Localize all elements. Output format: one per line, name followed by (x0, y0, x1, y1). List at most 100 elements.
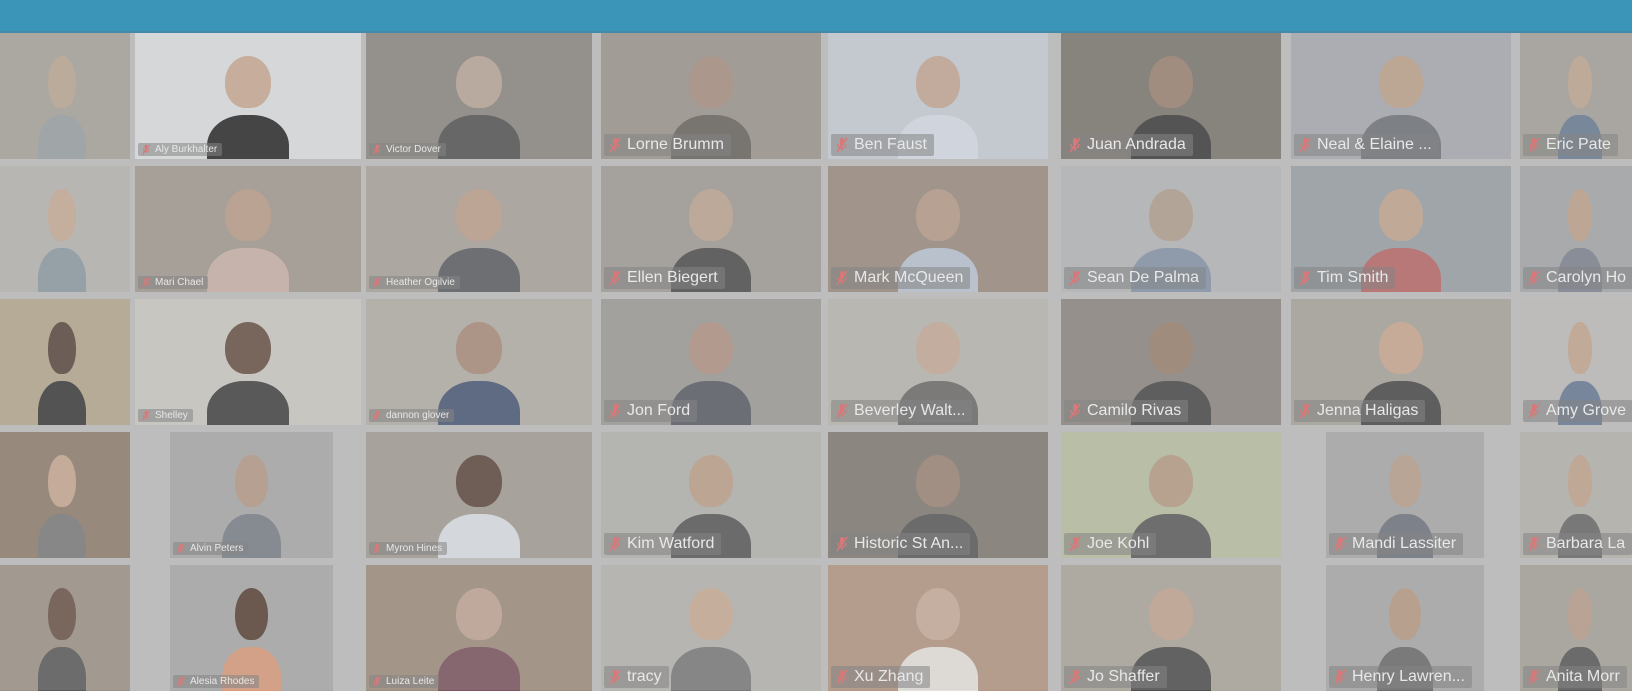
participant-face (1148, 454, 1194, 507)
participant-name: Sean De Palma (1087, 269, 1200, 286)
participant-face (1567, 188, 1593, 241)
participant-face (456, 55, 502, 108)
participant-face (688, 587, 734, 640)
participant-video-tile[interactable]: dannon glover (366, 299, 592, 425)
muted-mic-icon (372, 144, 382, 155)
participant-face (48, 587, 76, 640)
participant-face (1389, 454, 1421, 507)
participant-video-tile[interactable]: Juan Andrada (1061, 33, 1281, 159)
participant-name: Myron Hines (386, 543, 443, 554)
muted-mic-icon (835, 669, 849, 685)
participant-name-label: Alvin Peters (173, 542, 249, 555)
participant-video-tile[interactable]: Ben Faust (828, 33, 1048, 159)
participant-name-label: Tim Smith (1294, 267, 1396, 289)
participant-video-tile[interactable]: Xu Zhang (828, 565, 1048, 691)
participant-face (225, 321, 271, 374)
participant-video-tile[interactable]: Jenna Haligas (1291, 299, 1511, 425)
participant-video-tile[interactable]: Jo Shaffer (1061, 565, 1281, 691)
muted-mic-icon (372, 676, 382, 687)
participant-video-tile[interactable]: Luiza Leite (366, 565, 592, 691)
participant-video-tile[interactable]: Victor Dover (366, 33, 592, 159)
participant-video-tile[interactable]: Mari Chael (135, 166, 361, 292)
participant-name: Camilo Rivas (1087, 402, 1182, 419)
participant-video-tile[interactable] (0, 33, 130, 159)
participant-name: Kim Watford (627, 535, 715, 552)
participant-face (1148, 587, 1194, 640)
muted-mic-icon (608, 270, 622, 286)
muted-mic-icon (1068, 536, 1082, 552)
participant-name: Mandi Lassiter (1352, 535, 1457, 552)
participant-video-tile[interactable]: tracy (601, 565, 821, 691)
participant-name-label: Sean De Palma (1064, 267, 1207, 289)
participant-video-tile[interactable]: Ellen Biegert (601, 166, 821, 292)
participant-name: Beverley Walt... (854, 402, 966, 419)
participant-video-tile[interactable]: Barbara La (1520, 432, 1632, 558)
participant-video-tile[interactable] (0, 166, 130, 292)
participant-face (1378, 55, 1424, 108)
participant-name: Joe Kohl (1087, 535, 1150, 552)
participant-video-tile[interactable]: Anita Morr (1520, 565, 1632, 691)
participant-body (37, 380, 87, 425)
participant-video-tile[interactable]: Historic St An... (828, 432, 1048, 558)
participant-name-label: Victor Dover (369, 143, 446, 156)
participant-video-tile[interactable]: Henry Lawren... (1326, 565, 1484, 691)
muted-mic-icon (835, 137, 849, 153)
participant-video-tile[interactable]: Joe Kohl (1061, 432, 1281, 558)
participant-video-tile[interactable]: Shelley (135, 299, 361, 425)
participant-video-tile[interactable]: Aly Burkhalter (135, 33, 361, 159)
participant-face (235, 454, 268, 507)
participant-video-tile[interactable]: Eric Pate (1520, 33, 1632, 159)
participant-video-tile[interactable]: Alesia Rhodes (170, 565, 333, 691)
participant-video-tile[interactable] (0, 299, 130, 425)
gallery-view-grid: Aly Burkhalter Victor Dover Lorne Brumm Ben… (0, 33, 1632, 691)
muted-mic-icon (608, 137, 622, 153)
participant-name-label: Eric Pate (1523, 134, 1618, 156)
participant-name-label: Jenna Haligas (1294, 400, 1426, 422)
participant-video-tile[interactable]: Mandi Lassiter (1326, 432, 1484, 558)
participant-video-tile[interactable]: Lorne Brumm (601, 33, 821, 159)
participant-name: Eric Pate (1546, 136, 1611, 153)
participant-video-tile[interactable]: Tim Smith (1291, 166, 1511, 292)
participant-video-tile[interactable]: Myron Hines (366, 432, 592, 558)
participant-video-tile[interactable]: Alvin Peters (170, 432, 333, 558)
participant-name-label: Jo Shaffer (1064, 666, 1167, 688)
participant-face (915, 188, 961, 241)
participant-face (235, 587, 268, 640)
participant-video-tile[interactable]: Heather Ogilvie (366, 166, 592, 292)
participant-name: Tim Smith (1317, 269, 1389, 286)
participant-video-tile[interactable] (0, 565, 130, 691)
participant-name-label: Amy Grove (1523, 400, 1632, 422)
participant-silhouette (438, 587, 520, 691)
participant-face (915, 587, 961, 640)
participant-name: Juan Andrada (1087, 136, 1186, 153)
participant-name-label: Jon Ford (604, 400, 698, 422)
participant-name: Alesia Rhodes (190, 676, 255, 687)
muted-mic-icon (1527, 669, 1541, 685)
participant-video-tile[interactable]: Carolyn Ho (1520, 166, 1632, 292)
participant-video-tile[interactable]: Sean De Palma (1061, 166, 1281, 292)
participant-video-tile[interactable]: Neal & Elaine ... (1291, 33, 1511, 159)
participant-name-label: Alesia Rhodes (173, 675, 260, 688)
participant-face (915, 454, 961, 507)
participant-silhouette (37, 55, 87, 159)
participant-video-tile[interactable]: Kim Watford (601, 432, 821, 558)
muted-mic-icon (1527, 137, 1541, 153)
participant-video-tile[interactable]: Mark McQueen (828, 166, 1048, 292)
participant-face (1389, 587, 1421, 640)
participant-video-tile[interactable]: Beverley Walt... (828, 299, 1048, 425)
participant-name-label: Historic St An... (831, 533, 971, 555)
participant-name: Carolyn Ho (1546, 269, 1627, 286)
participant-video-tile[interactable]: Amy Grove (1520, 299, 1632, 425)
muted-mic-icon (608, 669, 622, 685)
participant-video-tile[interactable]: Camilo Rivas (1061, 299, 1281, 425)
participant-silhouette (207, 188, 289, 292)
muted-mic-icon (1527, 536, 1541, 552)
participant-body (207, 247, 289, 292)
muted-mic-icon (1527, 270, 1541, 286)
participant-name-label: Ben Faust (831, 134, 934, 156)
participant-body (37, 513, 87, 558)
participant-name-label: Kim Watford (604, 533, 722, 555)
muted-mic-icon (835, 270, 849, 286)
participant-video-tile[interactable]: Jon Ford (601, 299, 821, 425)
participant-video-tile[interactable] (0, 432, 130, 558)
